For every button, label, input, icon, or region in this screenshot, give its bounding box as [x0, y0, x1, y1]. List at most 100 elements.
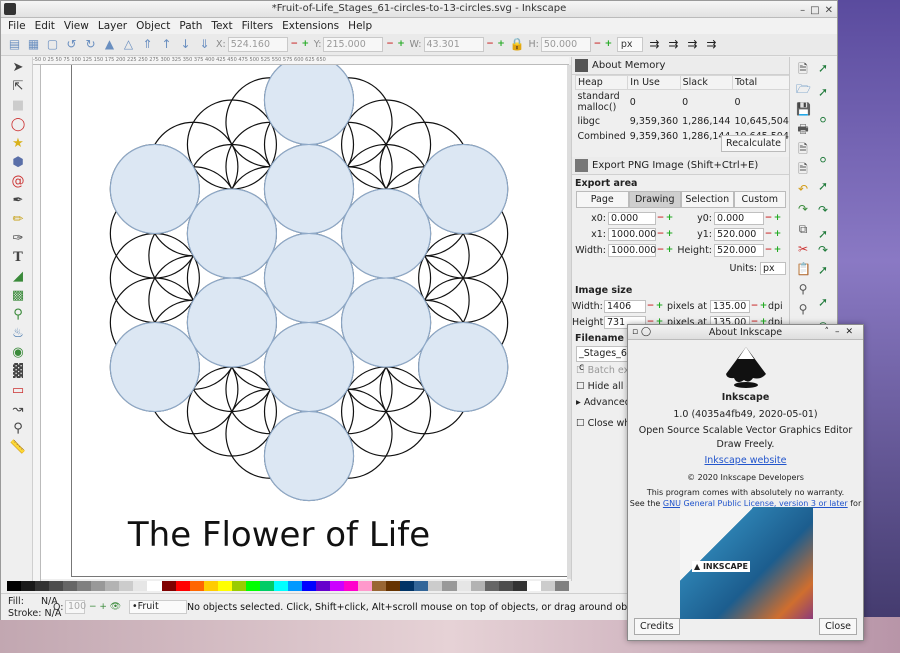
- node-tool-icon[interactable]: ⇱: [8, 78, 28, 95]
- about-menu-icon[interactable]: ▫ ◯: [632, 325, 651, 340]
- rotate-ccw-icon[interactable]: ↺: [64, 37, 79, 52]
- palette-swatch[interactable]: [175, 581, 190, 591]
- palette-swatch[interactable]: [484, 581, 499, 591]
- palette-swatch[interactable]: [386, 581, 401, 591]
- palette-swatch[interactable]: [414, 581, 429, 591]
- zoom-tool-icon[interactable]: ⚲: [8, 420, 28, 437]
- palette-swatch[interactable]: [231, 581, 246, 591]
- canvas-area[interactable]: The Flower of Life: [41, 65, 567, 579]
- palette-swatch[interactable]: [35, 581, 50, 591]
- lower-icon[interactable]: ↓: [178, 37, 193, 52]
- palette-swatch[interactable]: [49, 581, 64, 591]
- close-when-checkbox[interactable]: ☐: [576, 418, 585, 429]
- move-patterns-icon[interactable]: ⇉: [704, 37, 719, 52]
- palette-swatch[interactable]: [21, 581, 36, 591]
- snap-smooth-icon[interactable]: ➚: [816, 263, 830, 277]
- palette-swatch[interactable]: [512, 581, 527, 591]
- y1-plus[interactable]: +: [773, 227, 782, 242]
- y-minus-button[interactable]: −: [385, 37, 394, 52]
- palette-swatch[interactable]: [344, 581, 359, 591]
- palette-swatch[interactable]: [217, 581, 232, 591]
- palette-swatch[interactable]: [428, 581, 443, 591]
- select-all-icon[interactable]: ▤: [7, 37, 22, 52]
- col-heap[interactable]: Heap: [574, 75, 629, 90]
- table-row[interactable]: standard malloc() 0 0 0: [576, 90, 790, 115]
- snap-toggle-icon[interactable]: ➚: [816, 61, 830, 75]
- rectangle-tool-icon[interactable]: ■: [8, 97, 28, 114]
- spray-tool-icon[interactable]: ▓: [8, 363, 28, 380]
- mesh-tool-icon[interactable]: ▩: [8, 287, 28, 304]
- new-document-icon[interactable]: 🗎: [796, 62, 810, 76]
- dpi-field[interactable]: 135.00: [710, 300, 750, 313]
- x-minus-button[interactable]: −: [290, 37, 299, 52]
- palette-swatch[interactable]: [301, 581, 317, 591]
- menu-filters[interactable]: Filters: [242, 18, 273, 34]
- menu-text[interactable]: Text: [211, 18, 232, 34]
- palette-swatch[interactable]: [105, 581, 120, 591]
- eraser-tool-icon[interactable]: ▭: [8, 382, 28, 399]
- x0-field[interactable]: 0.000: [608, 212, 656, 225]
- selector-tool-icon[interactable]: ➤: [8, 59, 28, 76]
- palette-swatch[interactable]: [161, 581, 176, 591]
- about-close-button[interactable]: Close: [819, 618, 857, 635]
- copy-icon[interactable]: ⧉: [796, 222, 810, 236]
- redo-icon[interactable]: ↷: [796, 202, 810, 216]
- menu-extensions[interactable]: Extensions: [282, 18, 339, 34]
- lower-to-bottom-icon[interactable]: ⇓: [197, 37, 212, 52]
- recalculate-button[interactable]: Recalculate: [721, 135, 786, 152]
- palette-swatch[interactable]: [442, 581, 457, 591]
- paint-bucket-tool-icon[interactable]: ♨: [8, 325, 28, 342]
- col-in-use[interactable]: In Use: [627, 75, 681, 90]
- palette-swatch[interactable]: [400, 581, 415, 591]
- print-icon[interactable]: 🖶: [796, 122, 810, 136]
- col-slack[interactable]: Slack: [679, 75, 733, 90]
- paste-icon[interactable]: 📋: [796, 262, 811, 276]
- height-minus[interactable]: −: [764, 243, 773, 258]
- open-icon[interactable]: 🗁: [796, 82, 811, 96]
- plus-minus-icon[interactable]: − + 👁: [89, 602, 121, 612]
- area-drawing-button[interactable]: Drawing: [628, 191, 681, 208]
- palette-swatch[interactable]: [133, 581, 148, 591]
- zoom-drawing-icon[interactable]: ⚲: [796, 302, 810, 316]
- palette-swatch[interactable]: [245, 581, 260, 591]
- width-plus[interactable]: +: [665, 243, 674, 258]
- star-tool-icon[interactable]: ★: [8, 135, 28, 152]
- height-plus[interactable]: +: [773, 243, 782, 258]
- menu-help[interactable]: Help: [348, 18, 372, 34]
- height-field[interactable]: 520.000: [714, 244, 764, 257]
- area-selection-button[interactable]: Selection: [681, 191, 734, 208]
- about-up-icon[interactable]: ˄: [824, 327, 835, 337]
- flip-vertical-icon[interactable]: △: [121, 37, 136, 52]
- h-field[interactable]: 50.000: [540, 37, 591, 52]
- table-row[interactable]: libgc 9,359,360 1,286,144 10,645,504: [576, 114, 790, 129]
- snap-cusp-icon[interactable]: ↷: [816, 243, 830, 257]
- scale-stroke-icon[interactable]: ⇉: [647, 37, 662, 52]
- palette-swatch[interactable]: [316, 581, 331, 591]
- y1-field[interactable]: 520.000: [714, 228, 764, 241]
- w-minus-button[interactable]: −: [486, 37, 495, 52]
- area-page-button[interactable]: Page: [576, 191, 629, 208]
- flip-horizontal-icon[interactable]: ▲: [102, 37, 117, 52]
- palette-swatch[interactable]: [470, 581, 485, 591]
- maximize-icon[interactable]: □: [810, 3, 819, 19]
- rotate-cw-icon[interactable]: ↻: [83, 37, 98, 52]
- width-minus[interactable]: −: [656, 243, 665, 258]
- palette-swatch[interactable]: [287, 581, 302, 591]
- scale-corners-icon[interactable]: ⇉: [666, 37, 681, 52]
- menu-file[interactable]: File: [8, 18, 26, 34]
- w-field[interactable]: 43.301: [423, 37, 484, 52]
- x1-field[interactable]: 1000.000: [608, 228, 656, 241]
- measure-tool-icon[interactable]: 📏: [8, 439, 28, 456]
- ellipse-tool-icon[interactable]: ◯: [8, 116, 28, 133]
- y-field[interactable]: 215.000: [323, 37, 384, 52]
- advanced-label[interactable]: Advanced: [584, 397, 631, 408]
- gradient-tool-icon[interactable]: ◢: [8, 268, 28, 285]
- x-field[interactable]: 524.160: [227, 37, 288, 52]
- units-select[interactable]: px: [760, 262, 786, 275]
- dpi-minus[interactable]: −: [750, 299, 759, 314]
- snap-intersections-icon[interactable]: ➚: [816, 227, 830, 241]
- y0-minus[interactable]: −: [764, 211, 773, 226]
- x1-minus[interactable]: −: [656, 227, 665, 242]
- snap-midpoint-icon[interactable]: ➚: [816, 295, 830, 309]
- palette-swatch[interactable]: [189, 581, 204, 591]
